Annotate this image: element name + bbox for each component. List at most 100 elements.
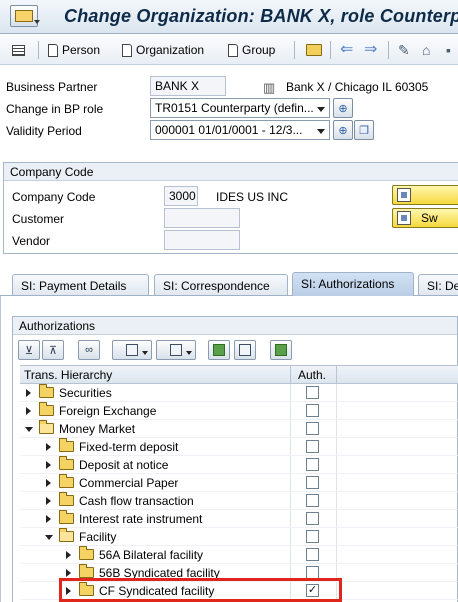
group-button[interactable]: Group [228,41,275,59]
pencil-icon: ✎ [398,42,410,58]
company-code-field[interactable]: 3000 [164,186,198,206]
auth-checkbox[interactable] [306,494,319,507]
auth-checkbox[interactable] [306,548,319,561]
system-menu-icon[interactable] [10,5,40,27]
bp-role-dropdown[interactable]: TR0151 Counterparty (defin... [150,98,330,118]
column-separator [290,402,291,420]
folder-icon [39,402,54,416]
collapse-node-icon[interactable] [25,427,33,432]
tree-row[interactable]: Securities [20,384,458,402]
auth-checkbox[interactable] [306,386,319,399]
column-separator [290,456,291,474]
column-separator [336,528,337,546]
select-all-button[interactable] [208,340,230,360]
tree-row[interactable]: CF Syndicated facility ✓ [20,582,458,600]
expand-node-icon[interactable] [26,389,31,397]
authorizations-toolbar: ⊻ ⊼ ∞ [16,338,458,362]
column-separator [336,384,337,402]
collapse-node-icon[interactable] [45,535,53,540]
transfer-button[interactable] [270,340,292,360]
print-icon [126,344,138,356]
expand-node-icon[interactable] [66,551,71,559]
tree-node-label: CF Syndicated facility [99,584,215,598]
folder-icon [79,582,94,596]
print-button[interactable] [112,340,152,360]
deselect-all-button[interactable] [234,340,256,360]
person-button[interactable]: Person [48,41,100,59]
tab-authorizations[interactable]: SI: Authorizations [292,272,414,296]
auth-checkbox[interactable] [306,512,319,525]
column-separator [290,510,291,528]
column-header-auth[interactable]: Auth. [298,368,326,382]
company-code-text: IDES US INC [216,190,289,204]
find-button[interactable]: ∞ [78,340,100,360]
more-button[interactable]: ▪ [446,41,455,59]
tree-row[interactable]: 56A Bilateral facility [20,546,458,564]
organization-button[interactable]: Organization [122,41,204,59]
folder-icon [39,384,54,398]
hierarchy-button[interactable]: ⌂ [422,41,434,59]
tree-row[interactable]: Deposit at notice [20,456,458,474]
validity-dropdown[interactable]: 000001 01/01/0001 - 12/3... [150,120,330,140]
auth-checkbox[interactable] [306,440,319,453]
customer-field[interactable] [164,208,240,228]
forward-button[interactable]: ⇒ [364,41,381,59]
expand-node-icon[interactable] [66,587,71,595]
open-button[interactable] [306,41,326,59]
expand-node-icon[interactable] [46,479,51,487]
tree-row[interactable]: Cash flow transaction [20,492,458,510]
validity-search-button[interactable]: ⊕ [333,120,353,140]
column-separator [336,366,337,385]
auth-checkbox[interactable] [306,422,319,435]
select-all-icon [213,344,225,356]
business-partner-field[interactable]: BANK X [150,76,226,96]
binoculars-icon: ∞ [85,344,93,356]
business-partner-label: Business Partner [6,80,98,94]
back-button[interactable]: ⇐ [340,41,357,59]
validity-label: Validity Period [6,124,82,138]
layout-button[interactable] [156,340,196,360]
auth-checkbox[interactable] [306,530,319,543]
toolbar-separator [330,41,331,59]
auth-checkbox[interactable] [306,458,319,471]
collapse-icon: ⊼ [48,344,58,357]
expand-node-icon[interactable] [46,443,51,451]
validity-copy-button[interactable]: ❐ [354,120,374,140]
expand-icon: ⊻ [24,344,34,357]
tree-row[interactable]: Fixed-term deposit [20,438,458,456]
tree-row[interactable]: Foreign Exchange [20,402,458,420]
expand-node-icon[interactable] [46,497,51,505]
switch-button[interactable]: Sw [392,208,458,228]
tree-row[interactable]: Facility [20,528,458,546]
vendor-field[interactable] [164,230,240,250]
auth-checkbox[interactable]: ✓ [306,584,319,597]
expand-node-icon[interactable] [46,461,51,469]
expand-node-icon[interactable] [46,515,51,523]
expand-node-icon[interactable] [66,569,71,577]
tree-header: Trans. Hierarchy Auth. [20,365,458,385]
list-button[interactable] [12,41,29,59]
tree-row[interactable]: 56B Syndicated facility [20,564,458,582]
collapse-all-button[interactable]: ⊼ [42,340,64,360]
auth-checkbox[interactable] [306,566,319,579]
column-header-hierarchy[interactable]: Trans. Hierarchy [24,368,112,382]
company-code-action-button[interactable] [392,185,458,205]
tab-de[interactable]: SI: De [418,274,458,296]
tab-payment-details[interactable]: SI: Payment Details [12,274,149,296]
auth-checkbox[interactable] [306,404,319,417]
tree-row[interactable]: Money Market [20,420,458,438]
auth-checkbox[interactable] [306,476,319,489]
tree-row[interactable]: Commercial Paper [20,474,458,492]
edit-button[interactable]: ✎ [398,41,414,59]
expand-all-button[interactable]: ⊻ [18,340,40,360]
bp-role-search-button[interactable]: ⊕ [333,98,353,118]
tab-strip: SI: Payment Details SI: Correspondence S… [0,270,458,296]
screen-icon [397,188,411,202]
list-icon [12,44,25,56]
tab-correspondence[interactable]: SI: Correspondence [154,274,288,296]
tree-node-label: 56A Bilateral facility [99,548,204,562]
authorizations-title: Authorizations [13,317,457,335]
tree-row[interactable]: Interest rate instrument [20,510,458,528]
expand-node-icon[interactable] [26,407,31,415]
column-separator [336,510,337,528]
